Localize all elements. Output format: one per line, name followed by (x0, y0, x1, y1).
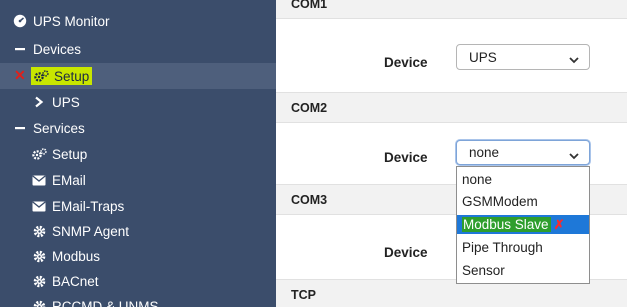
sidebar: UPS Monitor Devices Setup ✕ UPS Services (0, 0, 276, 307)
sidebar-bacnet-label: BACnet (52, 273, 99, 289)
sidebar-devices-label: Devices (33, 41, 82, 57)
com2-device-dropdown: none GSMModem Modbus Slave ✗ Pipe Throug… (456, 166, 590, 284)
sidebar-item-snmp-agent[interactable]: SNMP Agent (0, 218, 276, 244)
section-header-com2: COM2 (276, 92, 627, 123)
chevron-right-icon (31, 94, 47, 110)
option-label: Sensor (462, 263, 505, 278)
dropdown-option-modbus-slave[interactable]: Modbus Slave ✗ (457, 215, 589, 234)
sidebar-item-services-setup[interactable]: Setup (0, 141, 276, 167)
sidebar-item-devices-setup[interactable]: Setup (0, 63, 276, 89)
option-label: GSMModem (462, 194, 538, 209)
sidebar-services-setup-label: Setup (52, 146, 88, 162)
annotation-x-mark: ✕ (14, 67, 26, 83)
sidebar-services-label: Services (33, 120, 85, 136)
sidebar-item-rccmd-unms[interactable]: RCCMD & UNMS (0, 293, 276, 307)
minus-icon (12, 41, 28, 57)
main-content: COM1 Device UPS COM2 Device none COM3 De… (276, 0, 627, 307)
com3-device-label: Device (384, 245, 428, 260)
sidebar-item-email-traps[interactable]: EMail-Traps (0, 193, 276, 219)
com2-device-label: Device (384, 150, 428, 165)
setup-highlight: Setup (31, 67, 93, 85)
dashboard-icon (12, 13, 28, 29)
sidebar-title[interactable]: UPS Monitor (0, 8, 276, 34)
sidebar-group-devices[interactable]: Devices (0, 36, 276, 62)
chevron-down-icon (569, 148, 579, 163)
annotation-x-mark: ✗ (553, 216, 565, 232)
option-label: none (462, 172, 493, 187)
sidebar-ups-label: UPS (52, 94, 80, 110)
minus-icon (12, 120, 28, 136)
option-label-highlighted: Modbus Slave (462, 217, 551, 232)
sidebar-rccmd-unms-label: RCCMD & UNMS (52, 298, 159, 307)
envelope-icon (31, 172, 47, 188)
com2-label: COM2 (291, 100, 328, 115)
sidebar-snmp-agent-label: SNMP Agent (52, 223, 130, 239)
cogs-icon (33, 68, 49, 84)
sidebar-title-label: UPS Monitor (33, 13, 110, 29)
com2-device-value: none (469, 145, 500, 160)
cogs-icon (31, 146, 47, 162)
sidebar-item-bacnet[interactable]: BACnet (0, 268, 276, 294)
section-header-com1: COM1 (276, 0, 627, 19)
sidebar-item-modbus[interactable]: Modbus (0, 243, 276, 269)
sidebar-devices-setup-label: Setup (54, 68, 90, 84)
com3-label: COM3 (291, 192, 328, 207)
gear-icon (31, 223, 47, 239)
gear-icon (31, 273, 47, 289)
sidebar-modbus-label: Modbus (52, 248, 101, 264)
tcp-label: TCP (291, 287, 316, 302)
com1-device-value: UPS (469, 49, 497, 65)
sidebar-item-email[interactable]: EMail (0, 167, 276, 193)
sidebar-email-label: EMail (52, 172, 86, 188)
sidebar-item-ups[interactable]: UPS (0, 89, 276, 115)
com1-device-select[interactable]: UPS (456, 44, 590, 70)
dropdown-option-sensor[interactable]: Sensor (457, 261, 589, 280)
dropdown-option-gsmmodem[interactable]: GSMModem (457, 192, 589, 211)
chevron-down-icon (569, 52, 579, 67)
com2-device-select[interactable]: none (456, 140, 590, 165)
option-label: Pipe Through (462, 240, 543, 255)
gear-icon (31, 298, 47, 307)
sidebar-group-services[interactable]: Services (0, 115, 276, 141)
envelope-icon (31, 198, 47, 214)
com1-device-label: Device (384, 55, 428, 70)
sidebar-email-traps-label: EMail-Traps (52, 198, 125, 214)
dropdown-option-none[interactable]: none (457, 170, 589, 189)
com1-label: COM1 (291, 0, 328, 11)
dropdown-option-pipe-through[interactable]: Pipe Through (457, 238, 589, 257)
gear-icon (31, 248, 47, 264)
